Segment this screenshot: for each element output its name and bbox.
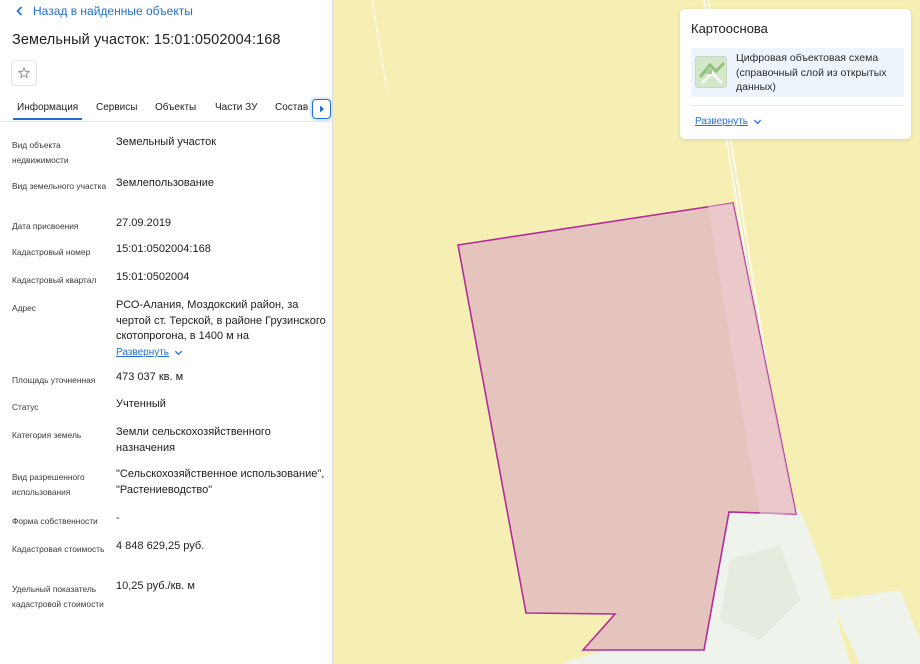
info-label: Кадастровый квартал xyxy=(12,275,97,285)
info-label: Кадастровый номер xyxy=(12,247,91,257)
chevron-down-icon xyxy=(174,350,183,356)
expand-label: Развернуть xyxy=(695,116,749,127)
info-label: Статус xyxy=(12,402,39,412)
info-label: Форма собственности xyxy=(12,516,98,526)
info-label: Площадь уточненная xyxy=(12,375,96,385)
star-outline-icon xyxy=(18,67,30,79)
info-value: Земли сельскохозяйственного назначения xyxy=(116,426,271,454)
address-expand-link[interactable]: Развернуть xyxy=(116,345,183,361)
tab-services[interactable]: Сервисы xyxy=(96,102,137,113)
favorite-button[interactable] xyxy=(11,60,37,86)
basemap-card: Картооснова Цифровая объектовая схема (с… xyxy=(680,9,911,139)
info-label: Кадастровая стоимость xyxy=(12,544,105,554)
expand-label: Развернуть xyxy=(116,347,170,358)
tab-composition[interactable]: Состав xyxy=(275,102,308,113)
tab-objects[interactable]: Объекты xyxy=(155,102,196,113)
page-title: Земельный участок: 15:01:0502004:168 xyxy=(12,32,281,48)
back-link-label: Назад в найденные объекты xyxy=(33,4,193,18)
tabs-next-button[interactable] xyxy=(312,99,331,119)
map-layer-thumbnail-icon xyxy=(695,56,727,88)
chevron-down-icon xyxy=(753,119,762,125)
info-value: РСО-Алания, Моздокский район, за чертой … xyxy=(116,298,326,361)
info-value: 15:01:0502004 xyxy=(116,271,190,283)
info-value: 10,25 руб./кв. м xyxy=(116,580,195,592)
basemap-expand-link[interactable]: Развернуть xyxy=(695,116,762,127)
info-label: Вид земельного участка xyxy=(12,181,107,191)
divider xyxy=(691,105,904,106)
chevron-left-icon xyxy=(16,6,23,16)
info-value: Учтенный xyxy=(116,398,166,410)
back-to-results-link[interactable]: Назад в найденные объекты xyxy=(13,4,193,18)
info-value: 4 848 629,25 руб. xyxy=(116,540,205,552)
info-value: 15:01:0502004:168 xyxy=(116,243,211,255)
basemap-layer-option[interactable]: Цифровая объектовая схема (справочный сл… xyxy=(691,48,904,97)
tab-info[interactable]: Информация xyxy=(12,102,83,120)
info-label: Адрес xyxy=(12,303,36,313)
info-label: Вид объекта недвижимости xyxy=(12,140,69,165)
tabs-bar: Информация Сервисы Объекты Части ЗУ Сост… xyxy=(0,96,332,122)
info-value: 473 037 кв. м xyxy=(116,371,184,383)
object-info-panel: Назад в найденные объекты Земельный учас… xyxy=(0,0,333,664)
tab-parts[interactable]: Части ЗУ xyxy=(215,102,257,113)
info-value: Землепользование xyxy=(116,177,215,189)
info-value: "Сельскохозяйственное использование", "Р… xyxy=(116,468,325,496)
info-value: - xyxy=(116,512,120,524)
info-label: Вид разрешенного использования xyxy=(12,472,85,497)
basemap-layer-label: Цифровая объектовая схема (справочный сл… xyxy=(736,52,887,93)
basemap-card-title: Картооснова xyxy=(691,21,768,36)
info-value: 27.09.2019 xyxy=(116,217,172,229)
info-label: Категория земель xyxy=(12,430,82,440)
address-text: РСО-Алания, Моздокский район, за чертой … xyxy=(116,299,326,342)
chevron-right-icon xyxy=(319,105,324,113)
info-value: Земельный участок xyxy=(116,136,217,148)
info-label: Удельный показатель кадастровой стоимост… xyxy=(12,584,104,609)
info-label: Дата присвоения xyxy=(12,221,79,231)
